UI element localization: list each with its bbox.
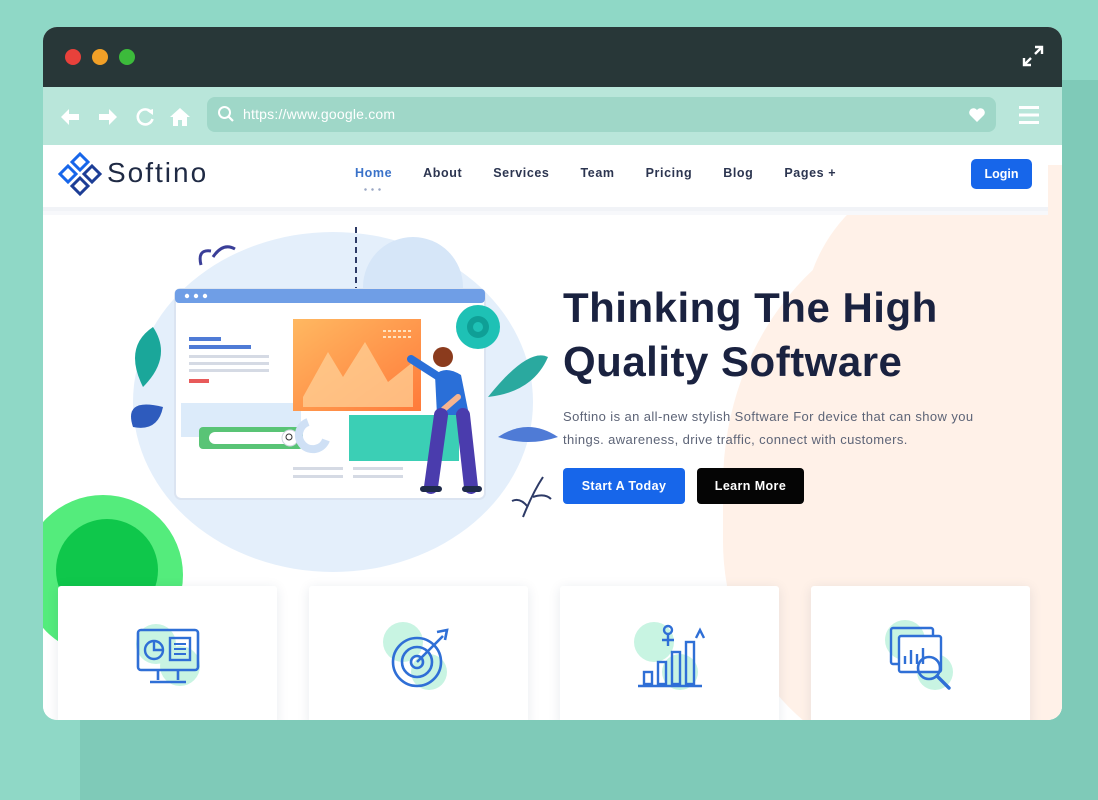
forward-arrow-icon[interactable] [97, 106, 119, 128]
expand-icon[interactable] [1022, 45, 1044, 67]
start-today-button[interactable]: Start A Today [563, 468, 685, 504]
logo-text[interactable]: Softino [107, 157, 208, 189]
url-text[interactable]: https://www.google.com [243, 106, 395, 122]
minimize-window-button[interactable] [92, 49, 108, 65]
hero-description: Softino is an all-new stylish Software F… [563, 409, 974, 447]
feature-cards [58, 586, 1038, 720]
website-page: Softino Home About Services Team Pricing… [43, 145, 1062, 720]
site-header: Softino Home About Services Team Pricing… [43, 145, 1048, 207]
hamburger-menu-icon[interactable] [1018, 105, 1040, 125]
nav-item-blog[interactable]: Blog [723, 166, 753, 180]
hero-title-line-1: Thinking The High [563, 284, 938, 331]
nav-item-team[interactable]: Team [580, 166, 614, 180]
close-window-button[interactable] [65, 49, 81, 65]
feature-card[interactable] [58, 586, 277, 720]
title-bar [43, 27, 1062, 87]
target-icon [383, 622, 449, 690]
refresh-icon[interactable] [134, 106, 156, 128]
nav-item-about[interactable]: About [423, 166, 462, 180]
softino-logo-icon [57, 151, 103, 197]
main-navigation: Home About Services Team Pricing Blog Pa… [355, 166, 867, 191]
address-bar[interactable]: https://www.google.com [207, 97, 996, 132]
feature-card[interactable] [309, 586, 528, 720]
nav-item-pages[interactable]: Pages + [784, 166, 836, 180]
hero-illustration [131, 227, 558, 572]
hero-title: Thinking The High Quality Software [563, 281, 1003, 389]
growth-chart-icon [634, 622, 706, 690]
feature-card[interactable] [560, 586, 779, 720]
browser-toolbar: https://www.google.com [43, 87, 1062, 145]
search-icon [218, 106, 234, 122]
login-button[interactable]: Login [971, 159, 1032, 189]
back-arrow-icon[interactable] [59, 106, 81, 128]
nav-item-services[interactable]: Services [493, 166, 549, 180]
browser-window: https://www.google.com Softino Home Abou… [43, 27, 1062, 720]
home-icon[interactable] [169, 106, 191, 128]
analytics-search-icon [885, 620, 953, 690]
nav-item-pricing[interactable]: Pricing [646, 166, 693, 180]
monitor-dashboard-icon [136, 624, 200, 686]
hero-title-line-2: Quality Software [563, 338, 903, 385]
nav-item-home[interactable]: Home [355, 166, 392, 191]
feature-card[interactable] [811, 586, 1030, 720]
learn-more-button[interactable]: Learn More [697, 468, 804, 504]
maximize-window-button[interactable] [119, 49, 135, 65]
heart-icon[interactable] [968, 107, 986, 123]
